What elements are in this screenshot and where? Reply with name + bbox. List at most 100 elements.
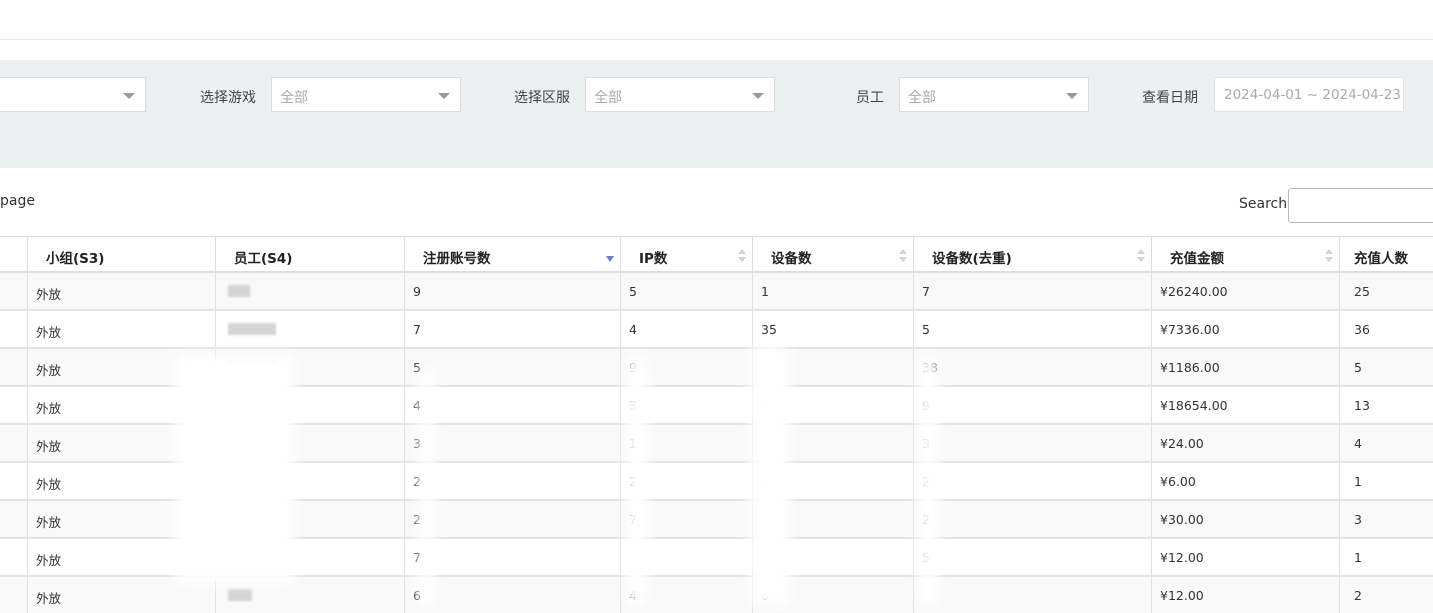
search-input[interactable]: [1288, 188, 1433, 223]
amount-cell-text: ¥18654.00: [1160, 398, 1228, 413]
group-cell-text: 外放: [36, 439, 62, 454]
staff-cell: [216, 273, 405, 309]
payers-cell-text: 3: [1354, 512, 1362, 527]
game-filter-label: 选择游戏: [200, 90, 256, 106]
reg-accounts-cell: 3: [405, 425, 621, 461]
row-index: [0, 425, 28, 461]
reg-accounts-cell-text: 7: [413, 322, 421, 337]
amount-cell: ¥30.00: [1152, 501, 1340, 537]
devices-unique-cell: 5: [914, 539, 1152, 575]
redaction-smudge: [175, 354, 295, 584]
sort-icon: [1137, 249, 1145, 263]
payers-cell: 2: [1340, 577, 1433, 613]
payers-cell-text: 25: [1354, 284, 1370, 299]
staff-select-value: 全部: [908, 90, 936, 106]
amount-cell-text: ¥24.00: [1160, 436, 1204, 451]
devices-cell: 1: [753, 273, 914, 309]
reg-accounts-cell: 5: [405, 349, 621, 385]
group-cell-text: 外放: [36, 477, 62, 492]
per-page-label: page: [0, 193, 35, 209]
chevron-down-icon: [123, 93, 135, 99]
amount-cell: ¥1186.00: [1152, 349, 1340, 385]
payers-cell-text: 4: [1354, 436, 1362, 451]
redacted-name: [228, 323, 276, 335]
group-cell: 外放: [28, 273, 216, 309]
devices-cell: 35: [753, 311, 914, 347]
payers-cell-text: 5: [1354, 360, 1362, 375]
staff-select[interactable]: 全部: [899, 77, 1089, 112]
column-header-group[interactable]: 小组(S3): [28, 237, 216, 272]
reg-accounts-cell: 7: [405, 311, 621, 347]
date-range-value: 2024-04-01 ~ 2024-04-23: [1224, 87, 1401, 103]
amount-cell: ¥18654.00: [1152, 387, 1340, 423]
reg-accounts-cell: 2: [405, 463, 621, 499]
devices-unique-cell-text: 7: [922, 284, 930, 299]
search-label: Search:: [1239, 196, 1292, 212]
payers-cell: 3: [1340, 501, 1433, 537]
amount-cell: ¥7336.00: [1152, 311, 1340, 347]
column-header-reg-accounts[interactable]: 注册账号数: [405, 237, 621, 272]
devices-unique-cell: 9: [914, 387, 1152, 423]
group-cell-text: 外放: [36, 515, 62, 530]
amount-cell-text: ¥30.00: [1160, 512, 1204, 527]
row-index: [0, 273, 28, 309]
devices-cell-text: 35: [761, 322, 777, 337]
ip-cell: 4: [621, 311, 753, 347]
date-filter-label: 查看日期: [1142, 90, 1198, 106]
payers-cell-text: 13: [1354, 398, 1370, 413]
amount-cell: ¥26240.00: [1152, 273, 1340, 309]
payers-cell-text: 1: [1354, 550, 1362, 565]
column-header-payers[interactable]: 充值人数: [1340, 237, 1433, 272]
column-header-ip[interactable]: IP数: [621, 237, 753, 272]
redaction-smudge: [918, 356, 938, 606]
payers-cell: 1: [1340, 463, 1433, 499]
amount-cell: ¥24.00: [1152, 425, 1340, 461]
redaction-smudge: [626, 356, 648, 606]
game-select[interactable]: 全部: [271, 77, 461, 112]
ip-cell: 5: [621, 273, 753, 309]
game-select-value: 全部: [280, 90, 308, 106]
ip-cell-text: 4: [629, 322, 637, 337]
ip-cell-text: 5: [629, 284, 637, 299]
amount-cell: ¥12.00: [1152, 577, 1340, 613]
row-index: [0, 463, 28, 499]
column-header-index[interactable]: [0, 237, 28, 272]
column-header-devices[interactable]: 设备数: [753, 237, 914, 272]
amount-cell-text: ¥6.00: [1160, 474, 1196, 489]
group-cell-text: 外放: [36, 401, 62, 416]
table-header: 小组(S3) 员工(S4) 注册账号数 IP数 设备数 设备数(去重) 充值金额…: [0, 236, 1433, 273]
row-index: [0, 311, 28, 347]
payers-cell: 25: [1340, 273, 1433, 309]
payers-cell: 13: [1340, 387, 1433, 423]
redaction-smudge: [418, 366, 434, 606]
group-cell-text: 外放: [36, 363, 62, 378]
column-header-devices-unique[interactable]: 设备数(去重): [914, 237, 1152, 272]
column-header-amount[interactable]: 充值金额: [1152, 237, 1340, 272]
group-cell-text: 外放: [36, 591, 62, 606]
devices-unique-cell: [914, 577, 1152, 613]
table-row[interactable]: 外放 9 5 1 7 ¥26240.00 25: [0, 273, 1433, 311]
group-cell: 外放: [28, 311, 216, 347]
date-range-input[interactable]: 2024-04-01 ~ 2024-04-23: [1214, 77, 1404, 112]
amount-cell: ¥6.00: [1152, 463, 1340, 499]
devices-unique-cell: 2: [914, 463, 1152, 499]
amount-cell-text: ¥12.00: [1160, 550, 1204, 565]
amount-cell: ¥12.00: [1152, 539, 1340, 575]
group-select[interactable]: [0, 77, 146, 112]
sort-icon: [899, 249, 907, 263]
row-index: [0, 387, 28, 423]
devices-unique-cell: 5: [914, 311, 1152, 347]
column-header-staff[interactable]: 员工(S4): [216, 237, 405, 272]
payers-cell: 4: [1340, 425, 1433, 461]
data-table: 小组(S3) 员工(S4) 注册账号数 IP数 设备数 设备数(去重) 充值金额…: [0, 236, 1433, 613]
amount-cell-text: ¥7336.00: [1160, 322, 1220, 337]
table-row[interactable]: 外放 7 4 35 5 ¥7336.00 36: [0, 311, 1433, 349]
group-cell-text: 外放: [36, 325, 62, 340]
top-bar: [0, 0, 1433, 40]
staff-filter-label: 员工: [856, 90, 884, 106]
server-select[interactable]: 全部: [585, 77, 775, 112]
chevron-down-icon: [438, 93, 450, 99]
server-filter-label: 选择区服: [514, 90, 570, 106]
payers-cell: 1: [1340, 539, 1433, 575]
redacted-name: [228, 589, 252, 601]
